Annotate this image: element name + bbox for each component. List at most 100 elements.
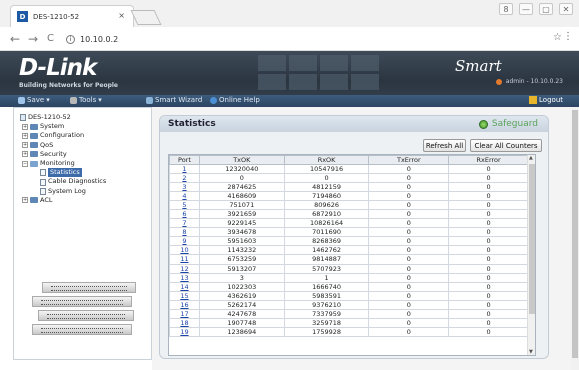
online-help-button[interactable]: Online Help [210, 96, 260, 104]
reload-icon[interactable]: C [47, 33, 54, 44]
folder-icon [30, 197, 38, 204]
port-link[interactable]: 11 [169, 254, 200, 265]
collapse-icon[interactable]: − [22, 160, 28, 167]
browser-menu-icon[interactable]: ⋮ [563, 31, 573, 42]
page-scroll-thumb[interactable] [572, 110, 578, 358]
table-cell: 0 [448, 254, 529, 265]
table-row: 4 4168609 7194860 0 0 [169, 191, 529, 202]
table-cell: 4168609 [198, 191, 285, 202]
table-cell: 7194860 [283, 191, 370, 202]
save-menu[interactable]: Save ▾ [18, 96, 50, 104]
back-arrow-icon[interactable]: ← [10, 32, 20, 46]
bookmark-star-icon[interactable]: ☆ [553, 32, 562, 43]
port-link[interactable]: 8 [169, 227, 200, 238]
port-link[interactable]: 4 [169, 191, 200, 202]
safeguard-indicator: Safeguard [478, 119, 538, 129]
expand-icon[interactable]: + [22, 123, 28, 130]
new-tab-button[interactable] [130, 10, 162, 25]
table-row: 1 12320040 10547916 0 0 [169, 163, 529, 175]
tree-label-selected: Statistics [48, 168, 82, 178]
port-link[interactable]: 13 [169, 272, 200, 283]
tree-node-system-log[interactable]: System Log [20, 187, 106, 196]
port-link[interactable]: 14 [169, 281, 200, 292]
info-icon[interactable]: i [66, 34, 75, 44]
expand-icon[interactable]: + [22, 133, 28, 139]
clear-all-counters-button[interactable]: Clear All Counters [470, 139, 542, 152]
forward-arrow-icon[interactable]: → [28, 32, 38, 46]
table-cell: 0 [368, 182, 450, 193]
maximize-button[interactable]: ▢ [539, 3, 553, 15]
table-cell: 0 [448, 200, 529, 211]
expand-icon[interactable]: + [22, 142, 28, 149]
column-header: TxError [368, 155, 450, 165]
folder-icon [30, 133, 38, 139]
port-link[interactable]: 12 [169, 263, 200, 274]
tools-label: Tools [79, 96, 97, 104]
url-field[interactable]: i 10.10.0.2 [66, 31, 556, 47]
tree-node-cable-diagnostics[interactable]: Cable Diagnostics [20, 177, 106, 186]
port-link[interactable]: 19 [169, 326, 200, 337]
scroll-down-icon[interactable]: ▼ [529, 349, 533, 355]
tree-node-root[interactable]: DES-1210-52 [20, 113, 106, 122]
profile-button[interactable]: 8 [499, 3, 513, 15]
tree-node-configuration[interactable]: + Configuration [20, 131, 106, 140]
tree-node-system[interactable]: + System [20, 122, 106, 131]
port-link[interactable]: 18 [169, 317, 200, 328]
tree-label: DES-1210-52 [28, 113, 71, 121]
help-icon [210, 96, 217, 104]
table-scroll-thumb[interactable] [529, 164, 535, 314]
table-cell: 0 [368, 317, 450, 328]
port-link[interactable]: 5 [169, 200, 200, 211]
tools-menu[interactable]: Tools ▾ [70, 96, 102, 104]
scroll-up-icon[interactable]: ▲ [529, 155, 533, 161]
table-row: 11 6753259 9814887 0 0 [169, 254, 529, 265]
browser-tab[interactable]: D DES-1210-52 × [10, 5, 134, 27]
table-cell: 1238694 [198, 326, 285, 337]
dlink-favicon-icon: D [17, 11, 28, 22]
page-icon [40, 187, 46, 195]
port-link[interactable]: 9 [169, 236, 200, 247]
tree-node-security[interactable]: + Security [20, 150, 106, 159]
table-cell: 0 [368, 308, 450, 319]
table-row: 12 5913207 5707923 0 0 [169, 263, 529, 274]
table-cell: 0 [198, 173, 285, 184]
tree-node-qos[interactable]: + QoS [20, 141, 106, 150]
port-link[interactable]: 17 [169, 308, 200, 319]
port-link[interactable]: 15 [169, 290, 200, 301]
table-cell: 5983591 [283, 290, 370, 301]
port-link[interactable]: 6 [169, 209, 200, 220]
port-link[interactable]: 7 [169, 218, 200, 229]
tree-label: Security [40, 149, 67, 158]
dlink-logo: D-Link [19, 55, 97, 81]
table-cell: 1 [283, 272, 370, 283]
table-cell: 0 [368, 163, 450, 175]
browser-tab-strip: D DES-1210-52 × 8 — ▢ ✕ [0, 0, 579, 27]
tree-node-acl[interactable]: + ACL [20, 196, 106, 205]
table-scrollbar[interactable]: ▲ ▼ [527, 155, 535, 355]
close-window-button[interactable]: ✕ [559, 3, 573, 15]
port-link[interactable]: 1 [169, 163, 200, 175]
expand-icon[interactable]: + [22, 151, 28, 158]
port-link[interactable]: 3 [169, 182, 200, 193]
port-link[interactable]: 10 [169, 245, 200, 256]
logout-button[interactable]: Logout [529, 96, 563, 104]
tab-close-icon[interactable]: × [118, 11, 125, 20]
column-header: TxOK [198, 155, 285, 165]
page-scrollbar[interactable] [571, 107, 579, 370]
refresh-all-button[interactable]: Refresh All [423, 139, 466, 152]
port-link[interactable]: 2 [169, 173, 200, 184]
table-cell: 0 [448, 209, 529, 220]
table-cell: 0 [368, 290, 450, 301]
expand-icon[interactable]: + [22, 197, 28, 204]
online-help-label: Online Help [219, 96, 260, 104]
tree-node-monitoring[interactable]: − Monitoring [20, 159, 106, 168]
minimize-button[interactable]: — [519, 3, 533, 15]
table-cell: 1759928 [283, 326, 370, 337]
statistics-panel: Statistics Safeguard Refresh All Clear A… [159, 115, 549, 359]
smart-wizard-button[interactable]: Smart Wizard [146, 96, 202, 104]
table-cell: 0 [368, 236, 450, 247]
logout-icon [529, 96, 538, 104]
table-row: 3 2874625 4812159 0 0 [169, 182, 529, 193]
tree-node-statistics[interactable]: Statistics [20, 168, 106, 178]
port-link[interactable]: 16 [169, 299, 200, 310]
